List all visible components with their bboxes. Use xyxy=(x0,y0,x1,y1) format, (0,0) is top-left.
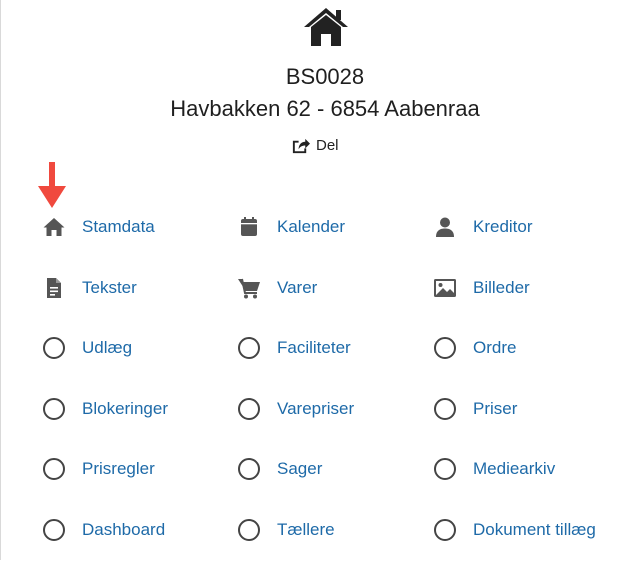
radio-icon[interactable] xyxy=(431,455,459,483)
menu-item-label[interactable]: Prisregler xyxy=(82,459,155,479)
menu-item-label[interactable]: Varer xyxy=(277,278,317,298)
home-icon xyxy=(304,8,348,46)
cart-icon xyxy=(235,274,263,302)
menu-item-label[interactable]: Dashboard xyxy=(82,520,165,540)
menu-item-kreditor[interactable]: Kreditor xyxy=(431,208,630,246)
menu-item-label[interactable]: Tællere xyxy=(277,520,335,540)
menu-item-sager[interactable]: Sager xyxy=(235,450,431,488)
menu-item-billeder[interactable]: Billeder xyxy=(431,269,630,307)
radio-icon[interactable] xyxy=(40,334,68,362)
menu-item-label[interactable]: Udlæg xyxy=(82,338,132,358)
menu-item-prisregler[interactable]: Prisregler xyxy=(40,450,235,488)
menu-item-kalender[interactable]: Kalender xyxy=(235,208,431,246)
radio-icon[interactable] xyxy=(235,334,263,362)
menu-grid: Stamdata Kalender Kreditor Tekster Varer Bill… xyxy=(40,208,630,572)
calendar-icon xyxy=(235,213,263,241)
home-icon xyxy=(40,213,68,241)
menu-item-label[interactable]: Varepriser xyxy=(277,399,354,419)
menu-item-faciliteter[interactable]: Faciliteter xyxy=(235,329,431,367)
menu-item-tekster[interactable]: Tekster xyxy=(40,269,235,307)
menu-item-label[interactable]: Kreditor xyxy=(473,217,533,237)
menu-item-label[interactable]: Priser xyxy=(473,399,517,419)
menu-item-label[interactable]: Stamdata xyxy=(82,217,155,237)
menu-item-label[interactable]: Blokeringer xyxy=(82,399,168,419)
menu-item-ordre[interactable]: Ordre xyxy=(431,329,630,367)
menu-item-varer[interactable]: Varer xyxy=(235,269,431,307)
menu-item-udlaeg[interactable]: Udlæg xyxy=(40,329,235,367)
menu-item-label[interactable]: Mediearkiv xyxy=(473,459,555,479)
property-address: Havbakken 62 - 6854 Aabenraa xyxy=(170,96,480,121)
menu-item-label[interactable]: Ordre xyxy=(473,338,516,358)
share-label: Del xyxy=(316,136,339,154)
radio-icon[interactable] xyxy=(40,395,68,423)
share-icon xyxy=(292,138,310,153)
menu-item-label[interactable]: Faciliteter xyxy=(277,338,351,358)
property-code: BS0028 xyxy=(285,64,365,89)
menu-item-label[interactable]: Sager xyxy=(277,459,322,479)
menu-item-priser[interactable]: Priser xyxy=(431,390,630,428)
radio-icon[interactable] xyxy=(235,455,263,483)
menu-item-stamdata[interactable]: Stamdata xyxy=(40,208,235,246)
menu-item-label[interactable]: Kalender xyxy=(277,217,345,237)
menu-item-blokeringer[interactable]: Blokeringer xyxy=(40,390,235,428)
radio-icon[interactable] xyxy=(431,334,459,362)
radio-icon[interactable] xyxy=(431,516,459,544)
menu-item-label[interactable]: Dokument tillæg xyxy=(473,520,596,540)
menu-item-mediearkiv[interactable]: Mediearkiv xyxy=(431,450,630,488)
radio-icon[interactable] xyxy=(431,395,459,423)
user-icon xyxy=(431,213,459,241)
image-icon xyxy=(431,274,459,302)
menu-item-label[interactable]: Billeder xyxy=(473,278,530,298)
radio-icon[interactable] xyxy=(235,516,263,544)
menu-item-varepriser[interactable]: Varepriser xyxy=(235,390,431,428)
menu-item-dokument-tillaeg[interactable]: Dokument tillæg xyxy=(431,511,630,549)
radio-icon[interactable] xyxy=(235,395,263,423)
radio-icon[interactable] xyxy=(40,516,68,544)
arrow-down-icon xyxy=(38,162,66,208)
share-button[interactable]: Del xyxy=(291,134,339,156)
menu-item-taellere[interactable]: Tællere xyxy=(235,511,431,549)
radio-icon[interactable] xyxy=(40,455,68,483)
menu-item-label[interactable]: Tekster xyxy=(82,278,137,298)
document-icon xyxy=(40,274,68,302)
menu-item-dashboard[interactable]: Dashboard xyxy=(40,511,235,549)
